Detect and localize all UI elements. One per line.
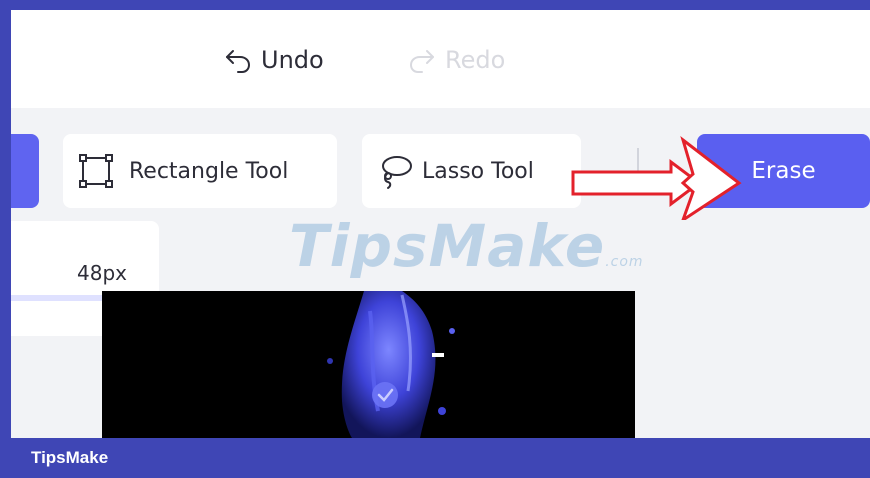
canvas-image (327, 291, 455, 438)
undo-label: Undo (261, 46, 324, 74)
rectangle-select-icon (79, 154, 113, 188)
undo-arrow-icon (226, 50, 251, 73)
watermark-suffix: .com (605, 254, 644, 270)
redo-label: Redo (445, 46, 506, 74)
redo-button[interactable]: Redo (407, 42, 505, 78)
undo-button[interactable]: Undo (223, 42, 324, 78)
watermark-text: TipsMake (289, 212, 606, 280)
lasso-icon (382, 156, 412, 189)
image-canvas[interactable] (102, 291, 635, 438)
lasso-tool-button[interactable]: Lasso Tool (362, 134, 581, 208)
brush-tool-button[interactable] (11, 134, 39, 208)
redo-arrow-icon (409, 50, 434, 73)
rectangle-tool-button[interactable]: Rectangle Tool (63, 134, 337, 208)
footer-bar: TipsMake (0, 438, 870, 478)
tipsmake-watermark: TipsMake.com (289, 212, 644, 280)
editor-frame: Undo Redo Rectangle Tool Lasso Tool Eras… (11, 10, 870, 438)
red-arrow-annotation (571, 136, 742, 220)
lasso-tool-label: Lasso Tool (422, 158, 534, 184)
footer-brand: TipsMake (31, 448, 109, 467)
rectangle-tool-label: Rectangle Tool (129, 158, 289, 184)
erase-label: Erase (751, 158, 816, 184)
top-toolbar: Undo Redo (11, 10, 870, 108)
brush-size-value: 48px (77, 261, 127, 285)
